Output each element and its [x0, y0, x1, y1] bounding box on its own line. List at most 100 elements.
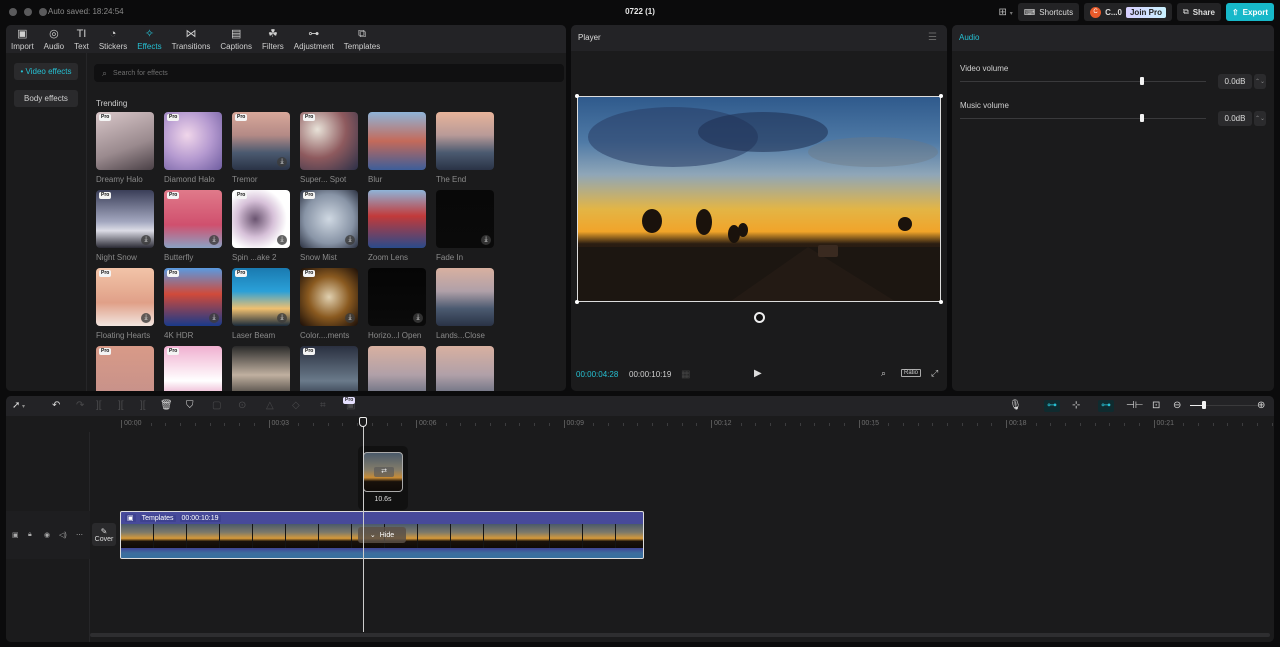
music-volume-input[interactable]: 0.0dB	[1218, 111, 1252, 126]
more-icon[interactable]: ⋯	[76, 531, 83, 539]
effect-thumbnail[interactable]	[368, 112, 426, 170]
crop-handle[interactable]	[575, 300, 579, 304]
eye-icon[interactable]: ◉	[44, 531, 50, 539]
effect-thumbnail[interactable]: Pro ⤓	[300, 190, 358, 248]
music-volume-slider[interactable]	[960, 118, 1206, 119]
split-right-icon[interactable]: ][	[140, 400, 146, 412]
select-tool-icon[interactable]: ➚ ▾	[12, 400, 25, 413]
effect-card[interactable]: Pro ⤓ Snow Mist	[300, 190, 358, 262]
fullscreen-icon[interactable]: ⤢	[931, 368, 938, 379]
grid-icon[interactable]: ▦	[681, 369, 690, 380]
export-button[interactable]: ⇧ Export	[1225, 3, 1274, 21]
hide-button[interactable]: ⌄ Hide	[358, 527, 406, 543]
video-preview[interactable]	[577, 96, 941, 302]
crop-icon[interactable]: ⌗	[320, 400, 326, 412]
cover-button[interactable]: ✎ Cover	[92, 523, 116, 546]
download-icon[interactable]: ⤓	[345, 313, 355, 323]
download-icon[interactable]: ⤓	[277, 157, 287, 167]
time-ruler[interactable]: 00:00 00:03 00:06 00:09 00:12 00:15 00:18 00:21	[6, 416, 1274, 432]
rotate-handle[interactable]	[754, 312, 765, 323]
effect-thumbnail[interactable]: Pro ⤓	[232, 268, 290, 326]
layout-icon[interactable]: ⊞ ▾	[999, 7, 1013, 18]
preview-thumbnail[interactable]: ⇄	[363, 452, 403, 492]
download-icon[interactable]: ⤓	[345, 235, 355, 245]
effect-thumbnail[interactable]	[232, 346, 290, 391]
video-clip[interactable]: ▣ Templates 00:00:10:19 ⌄ Hide	[120, 511, 644, 559]
effect-card[interactable]	[436, 346, 494, 391]
tab-adjustment[interactable]: ⊶ Adjustment	[289, 25, 339, 53]
effect-thumbnail[interactable]: ⤓	[436, 190, 494, 248]
tab-filters[interactable]: ☘ Filters	[257, 25, 289, 53]
crop-handle[interactable]	[939, 94, 943, 98]
rotate-icon[interactable]: ◇	[292, 400, 300, 412]
zoom-in-icon[interactable]: ⊕	[1257, 400, 1265, 412]
effect-thumbnail[interactable]: Pro	[96, 112, 154, 170]
preview-axis-icon[interactable]: ⊶	[1098, 400, 1114, 412]
effect-thumbnail[interactable]: Pro ⤓	[232, 190, 290, 248]
effect-thumbnail[interactable]: ⤓	[368, 268, 426, 326]
download-icon[interactable]: ⤓	[413, 313, 423, 323]
tab-captions[interactable]: ▤ Captions	[215, 25, 257, 53]
effect-card[interactable]: Pro ⤓ Laser Beam	[232, 268, 290, 340]
tab-import[interactable]: ▣ Import	[6, 25, 39, 53]
effect-card[interactable]: Pro ⤓ Color....ments	[300, 268, 358, 340]
redo-icon[interactable]: ↷	[76, 400, 84, 412]
link-icon[interactable]: ⊹	[1072, 400, 1080, 412]
effect-card[interactable]: Blur	[368, 112, 426, 184]
download-icon[interactable]: ⤓	[209, 235, 219, 245]
effect-card[interactable]: The End	[436, 112, 494, 184]
search-input[interactable]: ⌕ Search for effects	[94, 64, 564, 82]
music-volume-stepper[interactable]: ⌃⌄	[1254, 111, 1266, 126]
effect-card[interactable]: Pro Dreamy Halo	[96, 112, 154, 184]
effect-thumbnail[interactable]: Pro	[164, 112, 222, 170]
effect-thumbnail[interactable]	[436, 112, 494, 170]
speed-icon[interactable]: ⊙	[238, 400, 246, 412]
zoom-knob[interactable]	[1201, 401, 1206, 409]
crop-handle[interactable]	[575, 94, 579, 98]
effect-thumbnail[interactable]: Pro ⤓	[164, 268, 222, 326]
music-volume-knob[interactable]	[1140, 114, 1145, 122]
effect-thumbnail[interactable]	[368, 190, 426, 248]
effect-card[interactable]: Pro ⤓ Tremor	[232, 112, 290, 184]
freeze-icon[interactable]: ▢	[212, 400, 221, 412]
effect-card[interactable]	[232, 346, 290, 391]
fit-icon[interactable]: ⊡	[1152, 400, 1160, 412]
effect-thumbnail[interactable]	[368, 346, 426, 391]
magnet-icon[interactable]: ⊶	[1044, 400, 1060, 412]
effect-thumbnail[interactable]	[436, 268, 494, 326]
shield-icon[interactable]: ⛉	[186, 400, 194, 412]
mirror-icon[interactable]: △	[266, 400, 274, 412]
tab-text[interactable]: TI Text	[69, 25, 94, 53]
effect-thumbnail[interactable]: Pro ⤓	[96, 190, 154, 248]
video-volume-slider[interactable]	[960, 81, 1206, 82]
tab-stickers[interactable]: ◔ Stickers	[94, 25, 132, 53]
effect-thumbnail[interactable]: Pro ⤓	[96, 268, 154, 326]
effect-card[interactable]: Pro ⤓ Floating Hearts	[96, 268, 154, 340]
zoom-fit-icon[interactable]: ⌕	[881, 368, 886, 379]
shortcuts-button[interactable]: ⌨ Shortcuts	[1017, 3, 1080, 21]
replace-icon[interactable]: ⇄	[374, 467, 394, 477]
effect-card[interactable]: Pro ⤓ Spin ...ake 2	[232, 190, 290, 262]
menu-icon[interactable]: ☰	[928, 32, 937, 43]
body-effects-tab[interactable]: Body effects	[14, 90, 78, 107]
download-icon[interactable]: ⤓	[209, 313, 219, 323]
microphone-icon[interactable]: 🎙	[1009, 400, 1022, 412]
audio-tab[interactable]: Audio	[952, 25, 1274, 51]
effect-card[interactable]	[368, 346, 426, 391]
effect-card[interactable]: Pro ⤓ Night Snow	[96, 190, 154, 262]
tab-transitions[interactable]: ⋈ Transitions	[167, 25, 216, 53]
share-button[interactable]: ⧉ Share	[1177, 3, 1221, 21]
playhead-line[interactable]	[363, 426, 364, 632]
effect-card[interactable]: Pro Diamond Halo	[164, 112, 222, 184]
effect-thumbnail[interactable]: Pro ⤓	[164, 190, 222, 248]
ratio-button[interactable]: Ratio	[901, 369, 922, 377]
effect-thumbnail[interactable]: Pro ⤓	[300, 268, 358, 326]
download-icon[interactable]: ⤓	[481, 235, 491, 245]
split-left-icon[interactable]: ][	[118, 400, 124, 412]
effect-card[interactable]: Pro ⤓ 4K HDR	[164, 268, 222, 340]
video-volume-stepper[interactable]: ⌃⌄	[1254, 74, 1266, 89]
download-icon[interactable]: ⤓	[277, 313, 287, 323]
crop-handle[interactable]	[939, 300, 943, 304]
download-icon[interactable]: ⤓	[277, 235, 287, 245]
join-pro-button[interactable]: Join Pro	[1125, 6, 1166, 18]
